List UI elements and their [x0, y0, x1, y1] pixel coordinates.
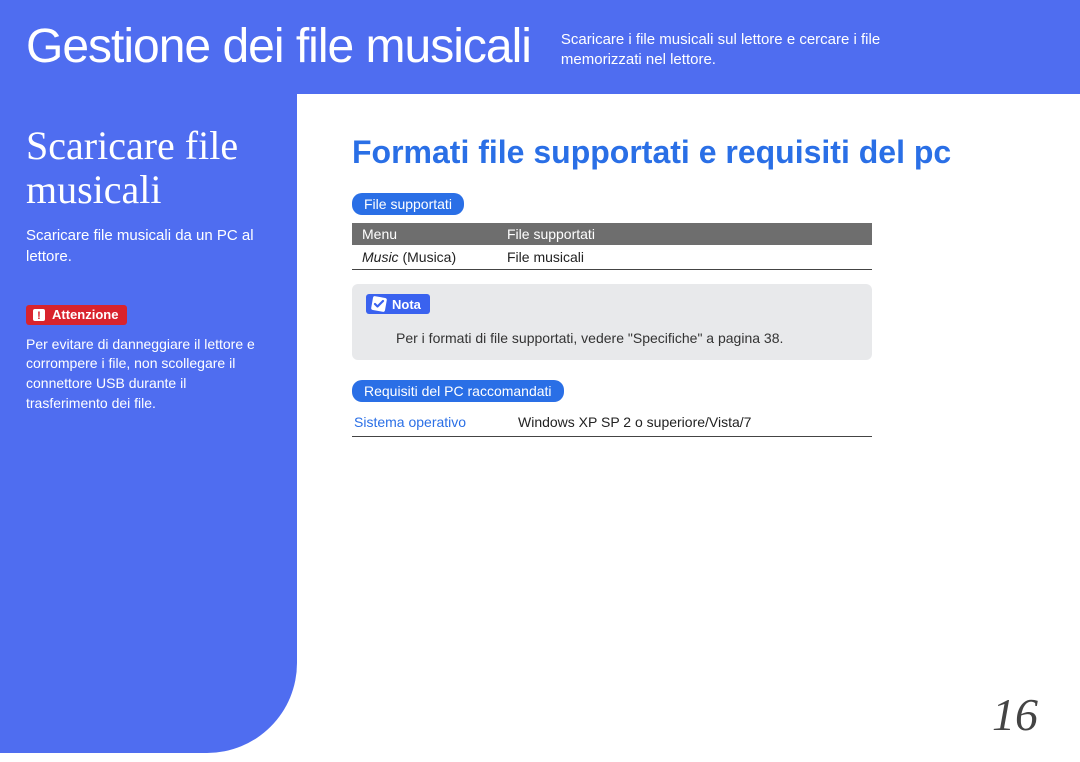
check-icon: [371, 296, 387, 312]
table-cell-menu: Music (Musica): [352, 245, 497, 270]
attention-badge: ! Attenzione: [26, 305, 127, 325]
sidebar-subtitle: Scaricare file musicali da un PC al lett…: [26, 226, 269, 267]
requirements-row: Sistema operativo Windows XP SP 2 o supe…: [352, 410, 872, 437]
page-number: 16: [992, 688, 1038, 741]
note-box: Nota Per i formati di file supportati, v…: [352, 284, 872, 360]
requirements-label: Sistema operativo: [354, 414, 494, 430]
supported-files-pill: File supportati: [352, 193, 464, 215]
attention-text: Per evitare di danneggiare il lettore e …: [26, 335, 269, 413]
table-cell-supported: File musicali: [497, 245, 872, 270]
main-title: Formati file supportati e requisiti del …: [352, 134, 1020, 171]
body: Scaricare file musicali Scaricare file m…: [0, 94, 1080, 753]
sidebar: Scaricare file musicali Scaricare file m…: [0, 94, 297, 753]
attention-badge-label: Attenzione: [52, 307, 118, 322]
table-cell-menu-italic: Music: [362, 249, 399, 265]
supported-files-table: Menu File supportati Music (Musica) File…: [352, 223, 872, 270]
sidebar-title: Scaricare file musicali: [26, 124, 269, 212]
main-content: Formati file supportati e requisiti del …: [297, 94, 1080, 753]
svg-text:!: !: [37, 310, 41, 322]
table-head-menu: Menu: [352, 223, 497, 245]
note-text: Per i formati di file supportati, vedere…: [366, 330, 858, 346]
warning-icon: !: [31, 307, 47, 323]
header-title: Gestione dei file musicali: [26, 22, 531, 72]
table-cell-menu-paren: (Musica): [399, 249, 457, 265]
requirements-value: Windows XP SP 2 o superiore/Vista/7: [518, 414, 751, 430]
note-badge: Nota: [366, 294, 430, 314]
table-header-row: Menu File supportati: [352, 223, 872, 245]
header-description: Scaricare i file musicali sul lettore e …: [561, 22, 941, 71]
table-row: Music (Musica) File musicali: [352, 245, 872, 270]
requirements-pill: Requisiti del PC raccomandati: [352, 380, 564, 402]
header: Gestione dei file musicali Scaricare i f…: [0, 0, 1080, 94]
table-head-supported: File supportati: [497, 223, 872, 245]
note-badge-label: Nota: [392, 297, 421, 312]
